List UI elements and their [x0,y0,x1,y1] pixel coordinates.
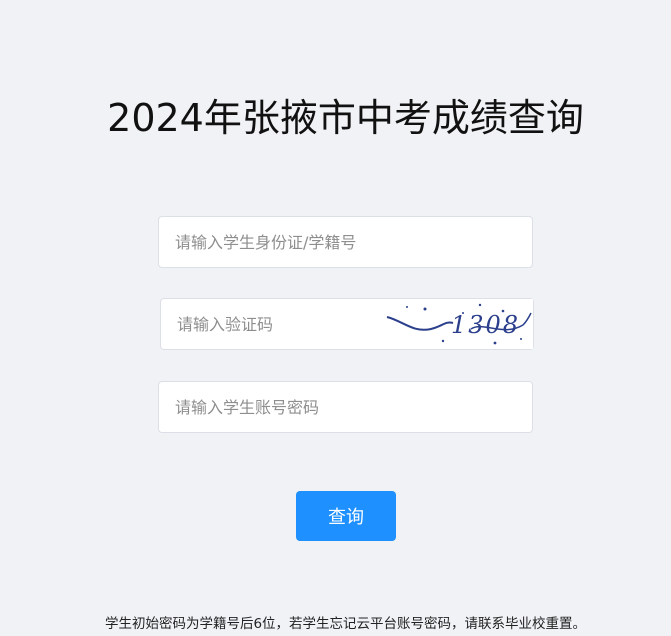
captcha-input[interactable] [161,299,381,349]
captcha-noise-dot [441,339,445,343]
password-input[interactable] [159,382,532,432]
password-field-wrapper [158,381,533,433]
query-button[interactable]: 查询 [296,491,396,541]
captcha-noise-dot [462,312,464,314]
captcha-field-wrapper: 1308 [160,298,534,350]
password-notice: 学生初始密码为学籍号后6位，若学生忘记云平台账号密码，请联系毕业校重置。 [104,615,587,632]
captcha-noise-dot [493,341,497,345]
captcha-image[interactable]: 1308 [383,299,533,349]
captcha-noise-dot [423,307,427,311]
id-field-wrapper [158,216,533,268]
student-id-input[interactable] [159,217,532,267]
captcha-noise-line [386,316,454,331]
captcha-noise-dot [520,338,522,340]
captcha-noise-dot [478,303,482,307]
page-title: 2024年张掖市中考成绩查询 [107,96,584,141]
captcha-graphic: 1308 [386,303,532,345]
captcha-noise-dot [406,306,408,308]
captcha-text: 1308 [451,311,520,339]
captcha-noise-dot [501,309,505,313]
